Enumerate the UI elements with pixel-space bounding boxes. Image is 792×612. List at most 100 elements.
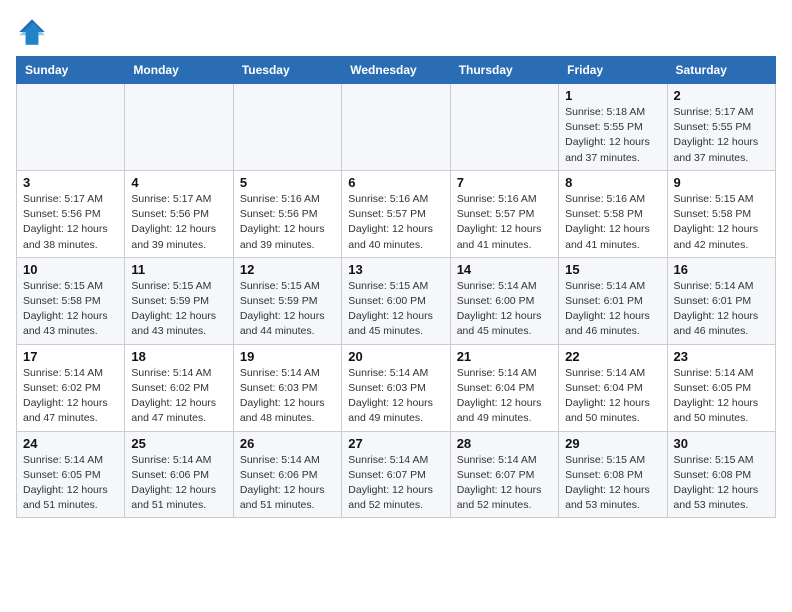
calendar-week-4: 17 Sunrise: 5:14 AMSunset: 6:02 PMDayligh… bbox=[17, 344, 776, 431]
day-info: Sunrise: 5:14 AMSunset: 6:03 PMDaylight:… bbox=[240, 366, 335, 427]
calendar-cell: 10Sunrise: 5:15 AMSunset: 5:58 PMDayligh… bbox=[17, 257, 125, 344]
day-info: Sunrise: 5:15 AMSunset: 5:58 PMDaylight:… bbox=[23, 279, 118, 340]
day-number: 20 bbox=[348, 349, 443, 364]
day-number: 13 bbox=[348, 262, 443, 277]
calendar-cell: 14Sunrise: 5:14 AMSunset: 6:00 PMDayligh… bbox=[450, 257, 558, 344]
day-number: 5 bbox=[240, 175, 335, 190]
day-info: Sunrise: 5:14 AMSunset: 6:01 PMDaylight:… bbox=[565, 279, 660, 340]
day-info: Sunrise: 5:14 AMSunset: 6:03 PMDaylight:… bbox=[348, 366, 443, 427]
day-number: 25 bbox=[131, 436, 226, 451]
calendar-cell: 9 Sunrise: 5:15 AMSunset: 5:58 PMDaylight… bbox=[667, 170, 775, 257]
calendar-cell: 5 Sunrise: 5:16 AMSunset: 5:56 PMDaylight… bbox=[233, 170, 341, 257]
calendar-cell: 16 Sunrise: 5:14 AMSunset: 6:01 PMDayligh… bbox=[667, 257, 775, 344]
day-number: 9 bbox=[674, 175, 769, 190]
day-number: 4 bbox=[131, 175, 226, 190]
day-header-friday: Friday bbox=[559, 57, 667, 84]
day-number: 12 bbox=[240, 262, 335, 277]
day-number: 19 bbox=[240, 349, 335, 364]
day-info: Sunrise: 5:15 AMSunset: 6:08 PMDaylight:… bbox=[565, 453, 660, 514]
day-number: 15 bbox=[565, 262, 660, 277]
calendar-cell: 29 Sunrise: 5:15 AMSunset: 6:08 PMDayligh… bbox=[559, 431, 667, 518]
day-info: Sunrise: 5:17 AMSunset: 5:55 PMDaylight:… bbox=[674, 105, 769, 166]
day-number: 30 bbox=[674, 436, 769, 451]
day-info: Sunrise: 5:14 AMSunset: 6:06 PMDaylight:… bbox=[240, 453, 335, 514]
day-number: 16 bbox=[674, 262, 769, 277]
day-info: Sunrise: 5:14 AMSunset: 6:06 PMDaylight:… bbox=[131, 453, 226, 514]
day-number: 18 bbox=[131, 349, 226, 364]
calendar-week-1: 1 Sunrise: 5:18 AMSunset: 5:55 PMDaylight… bbox=[17, 84, 776, 171]
day-info: Sunrise: 5:14 AMSunset: 6:05 PMDaylight:… bbox=[674, 366, 769, 427]
day-info: Sunrise: 5:16 AMSunset: 5:57 PMDaylight:… bbox=[348, 192, 443, 253]
day-info: Sunrise: 5:15 AMSunset: 5:58 PMDaylight:… bbox=[674, 192, 769, 253]
calendar-cell bbox=[342, 84, 450, 171]
header-row: SundayMondayTuesdayWednesdayThursdayFrid… bbox=[17, 57, 776, 84]
day-info: Sunrise: 5:15 AMSunset: 5:59 PMDaylight:… bbox=[240, 279, 335, 340]
day-info: Sunrise: 5:16 AMSunset: 5:57 PMDaylight:… bbox=[457, 192, 552, 253]
calendar-cell: 22 Sunrise: 5:14 AMSunset: 6:04 PMDayligh… bbox=[559, 344, 667, 431]
day-info: Sunrise: 5:14 AMSunset: 6:07 PMDaylight:… bbox=[457, 453, 552, 514]
day-number: 26 bbox=[240, 436, 335, 451]
calendar-cell: 26 Sunrise: 5:14 AMSunset: 6:06 PMDayligh… bbox=[233, 431, 341, 518]
day-info: Sunrise: 5:14 AMSunset: 6:05 PMDaylight:… bbox=[23, 453, 118, 514]
day-number: 1 bbox=[565, 88, 660, 103]
calendar-cell: 27 Sunrise: 5:14 AMSunset: 6:07 PMDayligh… bbox=[342, 431, 450, 518]
calendar-cell: 11Sunrise: 5:15 AMSunset: 5:59 PMDayligh… bbox=[125, 257, 233, 344]
day-info: Sunrise: 5:16 AMSunset: 5:56 PMDaylight:… bbox=[240, 192, 335, 253]
day-info: Sunrise: 5:17 AMSunset: 5:56 PMDaylight:… bbox=[23, 192, 118, 253]
calendar-cell: 18 Sunrise: 5:14 AMSunset: 6:02 PMDayligh… bbox=[125, 344, 233, 431]
day-info: Sunrise: 5:15 AMSunset: 6:08 PMDaylight:… bbox=[674, 453, 769, 514]
day-info: Sunrise: 5:18 AMSunset: 5:55 PMDaylight:… bbox=[565, 105, 660, 166]
day-number: 23 bbox=[674, 349, 769, 364]
calendar-cell: 25 Sunrise: 5:14 AMSunset: 6:06 PMDayligh… bbox=[125, 431, 233, 518]
calendar-week-3: 10Sunrise: 5:15 AMSunset: 5:58 PMDayligh… bbox=[17, 257, 776, 344]
day-info: Sunrise: 5:14 AMSunset: 6:07 PMDaylight:… bbox=[348, 453, 443, 514]
calendar-cell: 6 Sunrise: 5:16 AMSunset: 5:57 PMDaylight… bbox=[342, 170, 450, 257]
calendar-cell: 12 Sunrise: 5:15 AMSunset: 5:59 PMDayligh… bbox=[233, 257, 341, 344]
calendar-cell: 4 Sunrise: 5:17 AMSunset: 5:56 PMDaylight… bbox=[125, 170, 233, 257]
day-info: Sunrise: 5:17 AMSunset: 5:56 PMDaylight:… bbox=[131, 192, 226, 253]
day-header-sunday: Sunday bbox=[17, 57, 125, 84]
day-number: 6 bbox=[348, 175, 443, 190]
calendar-cell: 21Sunrise: 5:14 AMSunset: 6:04 PMDayligh… bbox=[450, 344, 558, 431]
day-number: 11 bbox=[131, 262, 226, 277]
day-header-monday: Monday bbox=[125, 57, 233, 84]
day-number: 7 bbox=[457, 175, 552, 190]
day-number: 29 bbox=[565, 436, 660, 451]
calendar-cell bbox=[125, 84, 233, 171]
calendar-cell: 30 Sunrise: 5:15 AMSunset: 6:08 PMDayligh… bbox=[667, 431, 775, 518]
calendar-cell: 17 Sunrise: 5:14 AMSunset: 6:02 PMDayligh… bbox=[17, 344, 125, 431]
calendar-cell: 2 Sunrise: 5:17 AMSunset: 5:55 PMDaylight… bbox=[667, 84, 775, 171]
day-number: 24 bbox=[23, 436, 118, 451]
day-number: 28 bbox=[457, 436, 552, 451]
day-info: Sunrise: 5:14 AMSunset: 6:00 PMDaylight:… bbox=[457, 279, 552, 340]
day-info: Sunrise: 5:14 AMSunset: 6:02 PMDaylight:… bbox=[23, 366, 118, 427]
day-number: 22 bbox=[565, 349, 660, 364]
calendar-cell: 24 Sunrise: 5:14 AMSunset: 6:05 PMDayligh… bbox=[17, 431, 125, 518]
calendar-cell: 19 Sunrise: 5:14 AMSunset: 6:03 PMDayligh… bbox=[233, 344, 341, 431]
calendar-header: SundayMondayTuesdayWednesdayThursdayFrid… bbox=[17, 57, 776, 84]
day-number: 27 bbox=[348, 436, 443, 451]
logo-icon bbox=[16, 16, 48, 48]
day-header-tuesday: Tuesday bbox=[233, 57, 341, 84]
day-number: 17 bbox=[23, 349, 118, 364]
calendar-cell: 13 Sunrise: 5:15 AMSunset: 6:00 PMDayligh… bbox=[342, 257, 450, 344]
day-number: 2 bbox=[674, 88, 769, 103]
logo bbox=[16, 16, 52, 48]
day-number: 8 bbox=[565, 175, 660, 190]
calendar-cell: 1 Sunrise: 5:18 AMSunset: 5:55 PMDaylight… bbox=[559, 84, 667, 171]
day-info: Sunrise: 5:15 AMSunset: 6:00 PMDaylight:… bbox=[348, 279, 443, 340]
calendar-cell: 7 Sunrise: 5:16 AMSunset: 5:57 PMDaylight… bbox=[450, 170, 558, 257]
calendar-cell bbox=[450, 84, 558, 171]
calendar-cell: 15 Sunrise: 5:14 AMSunset: 6:01 PMDayligh… bbox=[559, 257, 667, 344]
page-header bbox=[16, 16, 776, 48]
calendar-cell: 8Sunrise: 5:16 AMSunset: 5:58 PMDaylight… bbox=[559, 170, 667, 257]
calendar-cell: 3 Sunrise: 5:17 AMSunset: 5:56 PMDaylight… bbox=[17, 170, 125, 257]
calendar-table: SundayMondayTuesdayWednesdayThursdayFrid… bbox=[16, 56, 776, 518]
day-info: Sunrise: 5:14 AMSunset: 6:01 PMDaylight:… bbox=[674, 279, 769, 340]
day-number: 3 bbox=[23, 175, 118, 190]
day-header-thursday: Thursday bbox=[450, 57, 558, 84]
day-info: Sunrise: 5:14 AMSunset: 6:04 PMDaylight:… bbox=[565, 366, 660, 427]
day-info: Sunrise: 5:14 AMSunset: 6:02 PMDaylight:… bbox=[131, 366, 226, 427]
day-header-wednesday: Wednesday bbox=[342, 57, 450, 84]
calendar-cell bbox=[17, 84, 125, 171]
